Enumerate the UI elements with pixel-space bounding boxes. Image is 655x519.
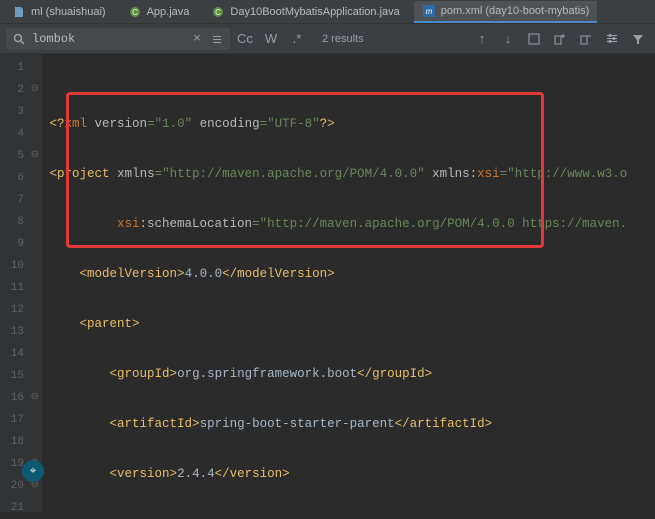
tab-label: ml (shuaishuai) [31,6,106,18]
fold-icon[interactable]: ⊖ [31,79,39,101]
regex-button[interactable]: .* [286,28,308,50]
reader-mode-button[interactable]: ⌖ [22,460,44,482]
maven-icon: m [422,4,436,18]
tab-label: pom.xml (day10-boot-mybatis) [441,5,590,17]
select-all-occurrences-button[interactable] [523,28,545,50]
filter-button[interactable] [627,28,649,50]
prev-match-button[interactable]: ↑ [471,28,493,50]
xml-file-icon [12,5,26,19]
java-class-icon: C [211,5,225,19]
clear-search-icon[interactable]: × [190,32,204,46]
tab-pom-xml[interactable]: m pom.xml (day10-boot-mybatis) [414,1,598,23]
line-gutter: 1234 5678 9101112 13141516 17181920 21 ⊖… [0,54,42,512]
tab-app-java[interactable]: C App.java [120,1,198,23]
reader-mode-icon: ⌖ [30,464,37,478]
code-editor[interactable]: 1234 5678 9101112 13141516 17181920 21 ⊖… [0,54,655,512]
editor-tabs: ml (shuaishuai) C App.java C Day10BootMy… [0,0,655,24]
search-history-icon[interactable] [210,32,224,46]
svg-text:m: m [425,7,432,16]
svg-text:C: C [216,8,222,17]
svg-text:C: C [132,8,138,17]
tab-label: App.java [147,6,190,18]
settings-button[interactable] [601,28,623,50]
find-toolbar: × Cc W .* 2 results ↑ ↓ [0,24,655,54]
next-match-button[interactable]: ↓ [497,28,519,50]
fold-icon[interactable]: ⊖ [31,145,39,167]
tab-day10-application[interactable]: C Day10BootMybatisApplication.java [203,1,407,23]
whole-word-button[interactable]: W [260,28,282,50]
code-content[interactable]: <?xml version="1.0" encoding="UTF-8"?> <… [42,54,655,512]
tab-label: Day10BootMybatisApplication.java [230,6,399,18]
tab-xml[interactable]: ml (shuaishuai) [4,1,114,23]
java-class-icon: C [128,5,142,19]
match-case-button[interactable]: Cc [234,28,256,50]
search-results-count: 2 results [312,33,374,45]
search-input[interactable] [32,32,184,46]
search-icon [12,32,26,46]
remove-selection-button[interactable] [575,28,597,50]
fold-icon[interactable]: ⊖ [31,387,39,409]
add-selection-button[interactable] [549,28,571,50]
search-box[interactable]: × [6,28,230,50]
